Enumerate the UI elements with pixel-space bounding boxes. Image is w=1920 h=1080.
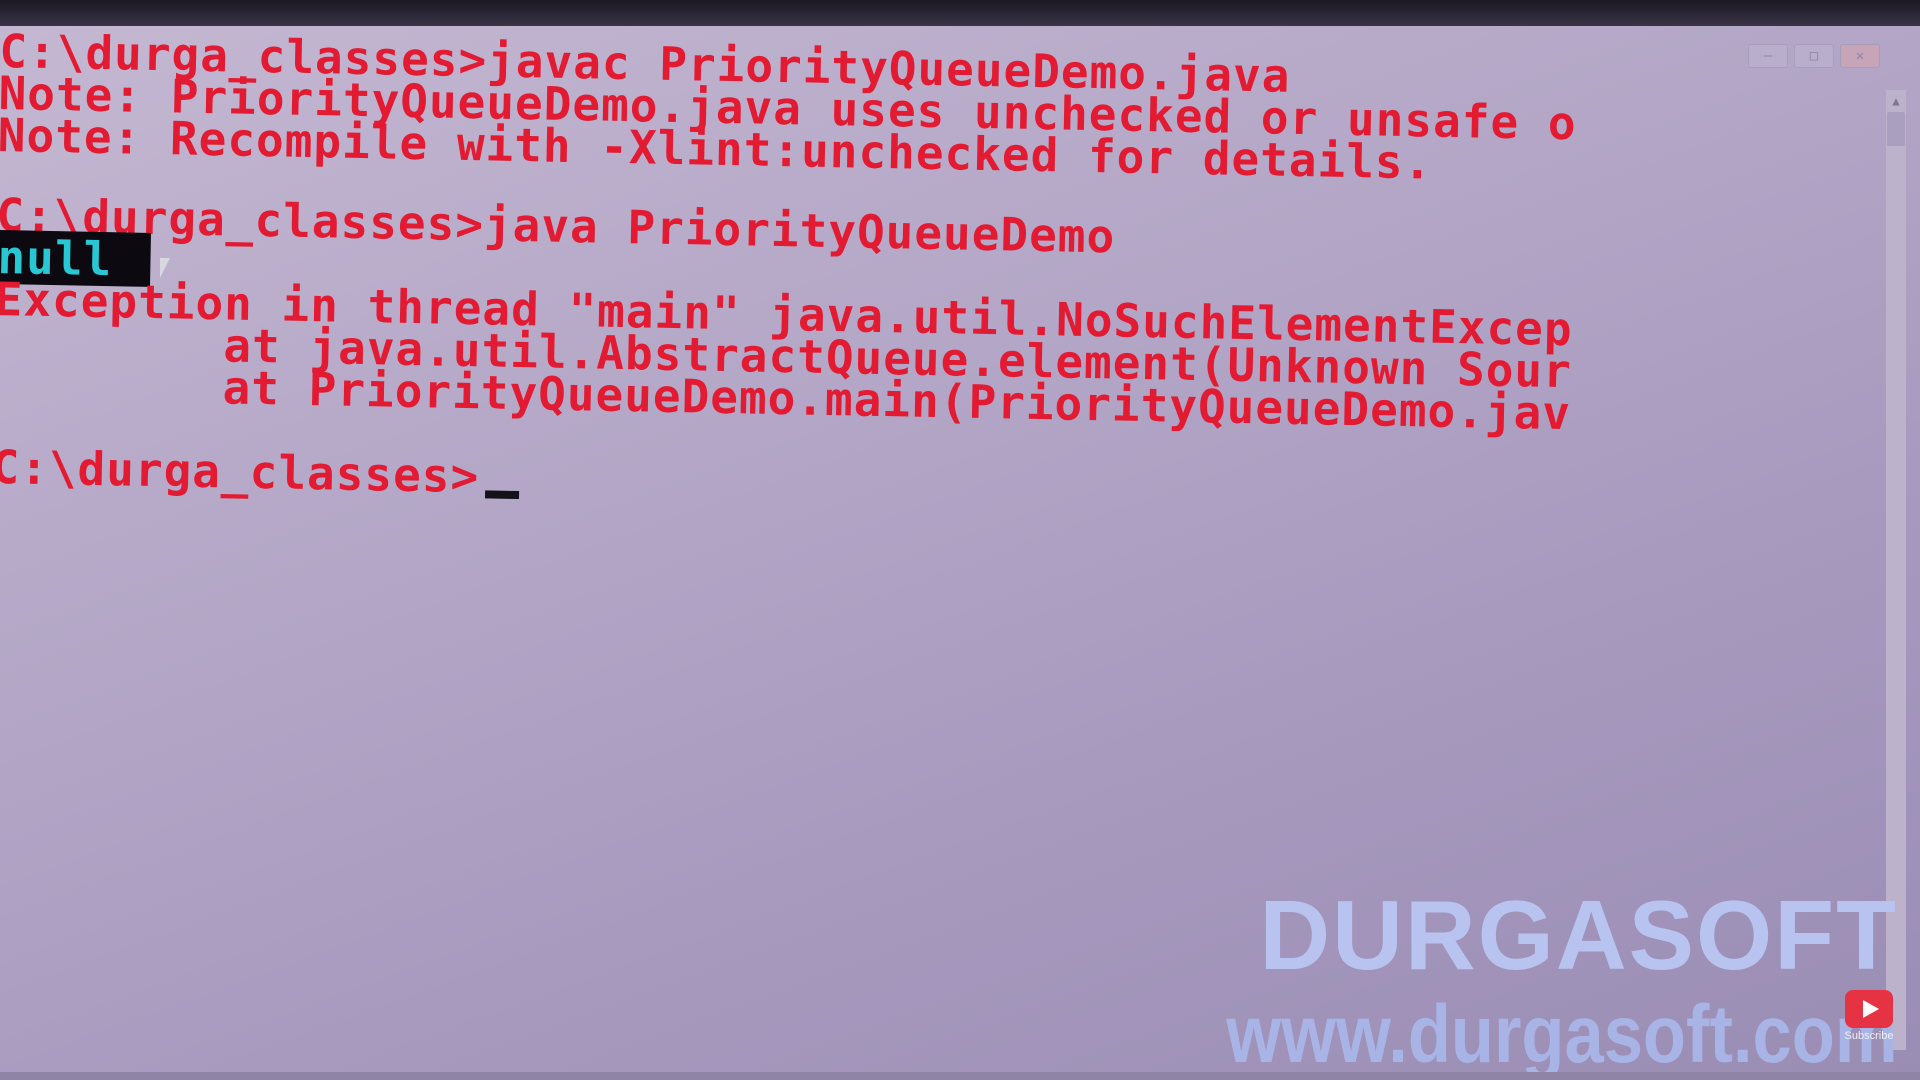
scroll-thumb[interactable] xyxy=(1887,112,1905,146)
mouse-pointer-icon xyxy=(160,258,170,278)
terminal-output[interactable]: C:\durga_classes>javac PriorityQueueDemo… xyxy=(0,24,1880,580)
subscribe-button[interactable]: Subscribe xyxy=(1840,990,1898,1042)
website-url: www.durgasoft.com xyxy=(1226,989,1898,1080)
terminal-prompt: C:\durga_classes> xyxy=(0,439,480,504)
window-bottom-edge xyxy=(0,1072,1920,1080)
terminal-prompt-line[interactable]: C:\durga_classes> xyxy=(0,440,520,504)
text-cursor xyxy=(484,490,519,500)
terminal-line: C:\durga_classes>java PriorityQueueDemo xyxy=(0,187,1116,264)
subscribe-label: Subscribe xyxy=(1844,1030,1894,1042)
brand-name: DURGASOFT xyxy=(1259,880,1898,990)
monitor-bezel xyxy=(0,0,1920,26)
durgasoft-watermark: DURGASOFT www.durgasoft.com xyxy=(1117,880,1898,1080)
scroll-up-icon[interactable]: ▲ xyxy=(1886,90,1906,112)
play-icon xyxy=(1845,990,1893,1028)
